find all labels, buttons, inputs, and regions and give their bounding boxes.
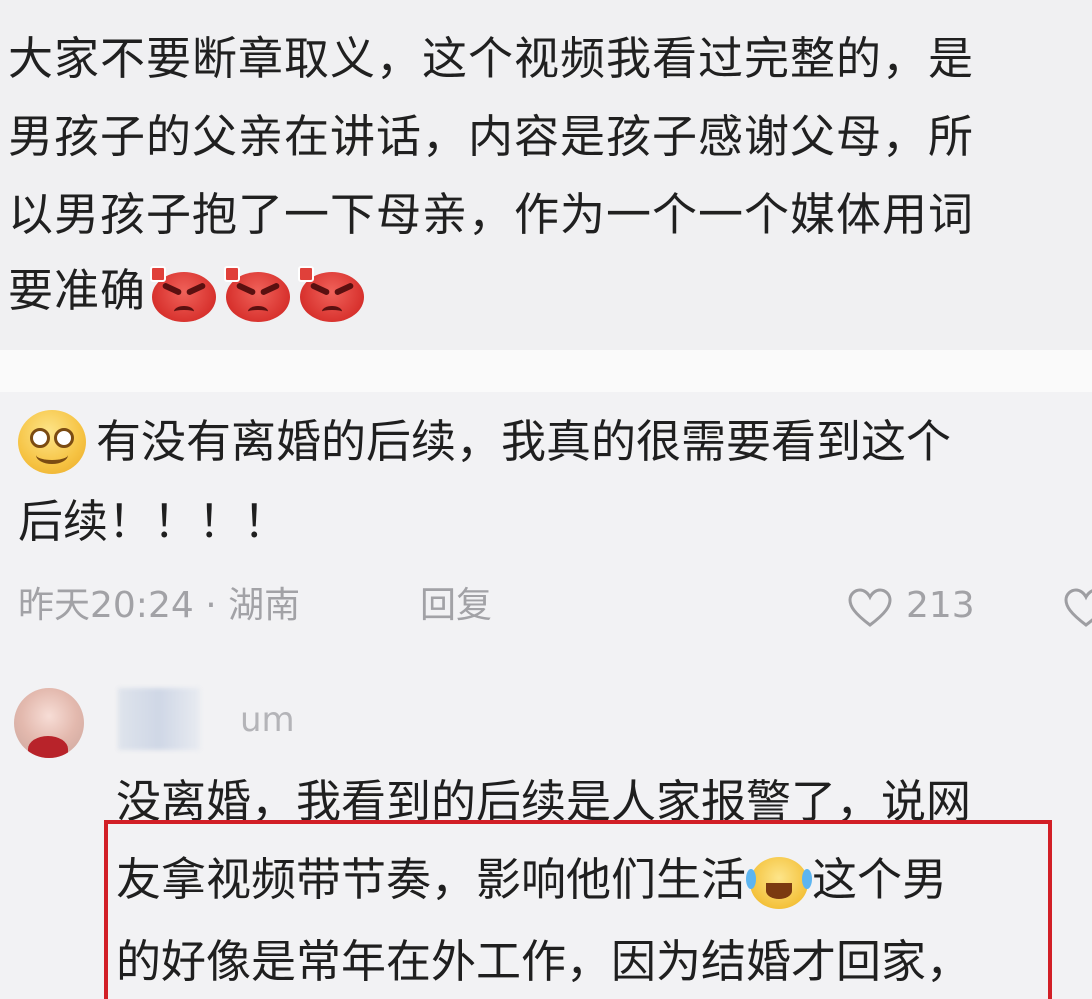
comment-text-line-with-emoji: 要准确	[8, 266, 368, 322]
angry-face-icon	[222, 266, 294, 322]
comment-text-line: 男孩子的父亲在讲话，内容是孩子感谢父母，所	[8, 110, 975, 163]
reply-text-line: 的好像是常年在外工作，因为结婚才回家，	[116, 935, 972, 988]
angry-face-icon	[148, 266, 220, 322]
avatar[interactable]	[14, 688, 84, 758]
reply-button[interactable]: 回复	[420, 584, 492, 628]
comment-time-location: 昨天20:24 · 湖南	[18, 585, 301, 626]
like-count: 213	[906, 585, 975, 626]
username-suffix: um	[240, 700, 295, 740]
crying-laughing-face-icon	[746, 855, 813, 911]
dislike-icon[interactable]	[1064, 588, 1092, 628]
angry-face-icon	[296, 266, 368, 322]
smile-face-icon	[18, 410, 86, 474]
reply-text-line-with-emoji: 友拿视频带节奏，影响他们生活 这个男	[116, 854, 947, 911]
comment-text-line: 大家不要断章取义，这个视频我看过完整的，是	[8, 32, 975, 85]
heart-like-icon[interactable]	[848, 588, 892, 628]
comment-thread: 有没有离婚的后续，我真的很需要看到这个 后续！！！！ 昨天20:24 · 湖南 …	[0, 392, 1092, 999]
reply-text-line: 没离婚，我看到的后续是人家报警了，说网	[116, 775, 972, 828]
comment-text-line: 以男孩子抱了一下母亲，作为一个一个媒体用词	[8, 188, 975, 241]
comment-text-line: 有没有离婚的后续，我真的很需要看到这个	[96, 415, 952, 468]
username-blurred[interactable]	[118, 688, 200, 750]
comment-text-line: 后续！！！！	[18, 495, 289, 548]
section-divider	[0, 350, 1092, 392]
reply-text-fragment: 友拿视频带节奏，影响他们生活	[116, 853, 747, 906]
comment-text-fragment: 要准确	[8, 264, 147, 317]
previous-comment: 大家不要断章取义，这个视频我看过完整的，是 男孩子的父亲在讲话，内容是孩子感谢父…	[0, 0, 1092, 350]
reply-text-fragment: 这个男	[812, 853, 948, 906]
